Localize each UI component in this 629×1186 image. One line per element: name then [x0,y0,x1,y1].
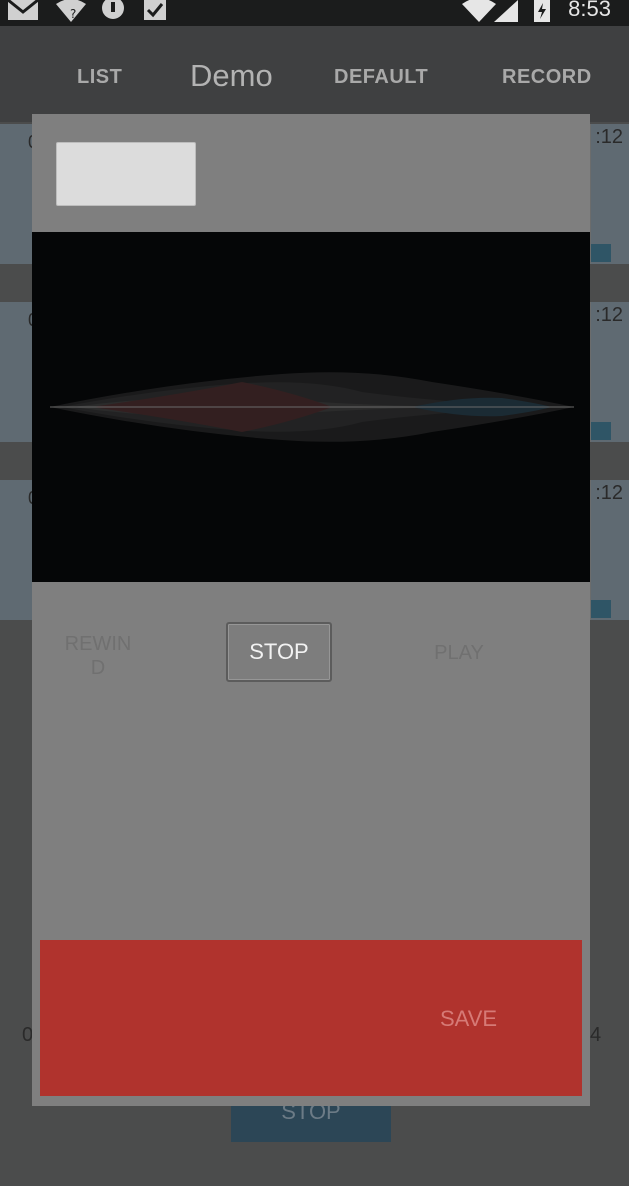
status-time: 8:53 [568,0,611,21]
tab-list[interactable]: LIST [77,66,122,89]
rewind-button[interactable]: REWIN D [58,632,138,680]
app-bar: LIST Demo DEFAULT RECORD [0,26,629,122]
list-item-tag [591,422,611,440]
save-bar[interactable]: SAVE [40,940,582,1096]
app-title: Demo [190,58,273,93]
recording-name-input[interactable] [56,142,196,206]
list-item-duration: :12 [595,482,623,504]
waveform-graphic [50,372,574,442]
wifi-icon [462,0,496,22]
waveform-visualizer [32,232,590,582]
notification-icon [102,0,124,19]
wifi-question-icon: ? [56,0,86,22]
list-item-duration: :12 [595,126,623,148]
list-item-tag [591,244,611,262]
tab-default[interactable]: DEFAULT [334,66,428,89]
bottom-right-value: 4 [590,1024,602,1046]
svg-text:?: ? [70,7,76,21]
list-item-duration: :12 [595,304,623,326]
save-button-label[interactable]: SAVE [440,1006,497,1032]
list-item-tag [591,600,611,618]
status-bar: ? 8:53 [0,0,629,26]
tab-record[interactable]: RECORD [502,66,592,89]
gmail-icon [7,0,39,20]
play-button[interactable]: PLAY [414,642,504,665]
battery-charging-icon [534,0,550,22]
stop-button[interactable]: STOP [226,622,332,682]
signal-icon [494,0,518,22]
check-icon [144,0,166,20]
